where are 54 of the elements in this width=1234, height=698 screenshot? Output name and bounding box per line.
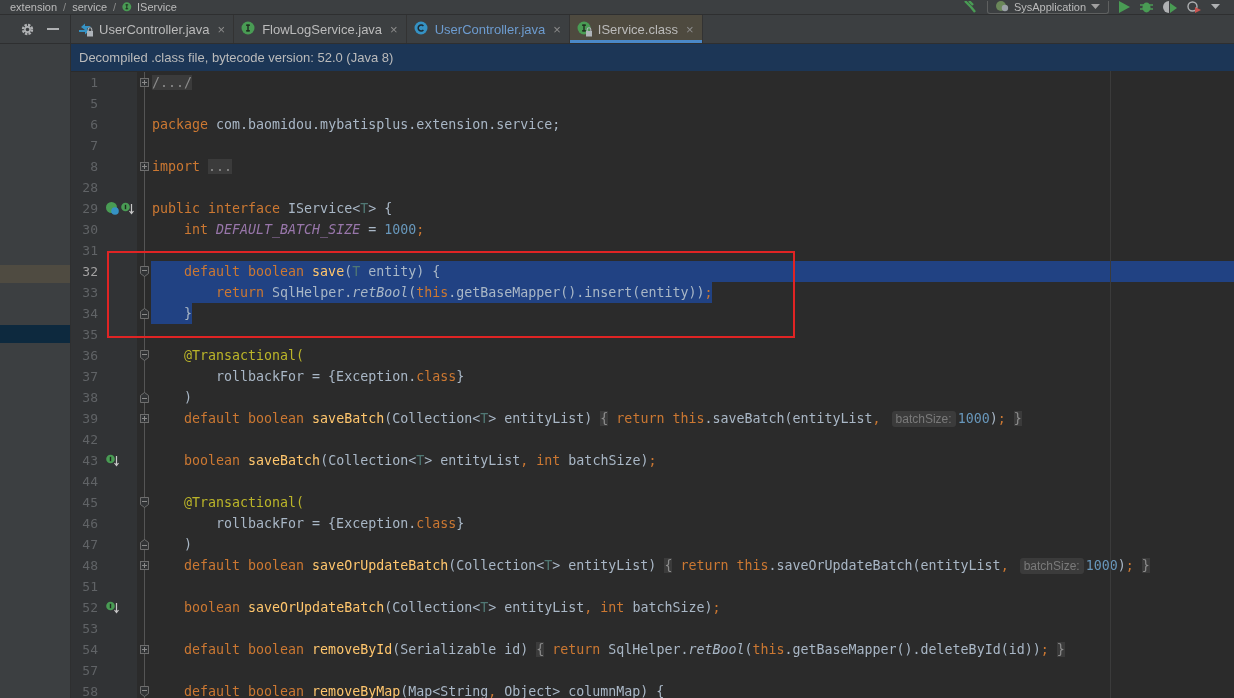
close-icon[interactable]: × — [553, 21, 561, 37]
profiler-icon[interactable] — [1187, 1, 1201, 13]
code-line: import ... — [151, 158, 233, 176]
decompiled-banner: Decompiled .class file, bytecode version: 52.0 (Java 8) — [71, 44, 1234, 71]
caret-icon — [1091, 3, 1100, 10]
run-icon[interactable] — [1119, 1, 1130, 13]
collapse-fold-icon[interactable] — [139, 308, 149, 319]
breadcrumb-item[interactable]: extension — [10, 1, 58, 13]
code-line: @Transactional( — [183, 494, 305, 512]
code-line: boolean saveOrUpdateBatch(Collection<T> entityList, int batchSize); — [183, 599, 721, 617]
code-line: rollbackFor = {Exception.class} — [215, 368, 465, 386]
expand-fold-icon[interactable] — [139, 645, 149, 654]
collapse-fold-icon[interactable] — [139, 686, 149, 697]
settings-icon[interactable] — [21, 22, 34, 36]
interface-icon — [122, 1, 134, 13]
debug-bug-icon[interactable] — [1140, 1, 1153, 13]
overridden-arrow-icon[interactable] — [106, 454, 119, 467]
editor-tab[interactable]: IService.class × — [569, 15, 703, 43]
code-line: boolean saveBatch(Collection<T> entityList, int batchSize); — [183, 452, 657, 470]
implemented-icon[interactable] — [106, 202, 119, 215]
collapse-fold-icon[interactable] — [139, 392, 149, 403]
collapse-fold-icon[interactable] — [139, 497, 149, 508]
collapse-fold-icon[interactable] — [139, 266, 149, 277]
close-icon[interactable]: × — [390, 21, 398, 37]
breadcrumb-separator: / — [113, 1, 117, 13]
code-line: public interface IService<T> { — [151, 200, 393, 218]
run-configuration-dropdown[interactable]: SysApplication — [987, 0, 1109, 14]
code-line: package com.baomidou.mybatisplus.extension.service; — [151, 116, 561, 134]
collapse-fold-icon[interactable] — [139, 350, 149, 361]
app-config-icon — [996, 1, 1009, 12]
expand-fold-icon[interactable] — [139, 162, 149, 171]
breadcrumb-item[interactable]: service — [72, 1, 107, 13]
code-line: int DEFAULT_BATCH_SIZE = 1000; — [183, 221, 425, 240]
overridden-arrow-icon[interactable] — [121, 202, 134, 215]
expand-fold-icon[interactable] — [139, 561, 149, 570]
expand-fold-icon[interactable] — [139, 78, 149, 87]
hammer-icon[interactable] — [963, 1, 977, 13]
close-icon[interactable]: × — [217, 21, 226, 37]
coverage-icon[interactable] — [1163, 1, 1177, 13]
caret-icon[interactable] — [1211, 4, 1220, 10]
line-number: 32 — [81, 263, 98, 281]
code-line: default boolean saveBatch(Collection<T> entityList) { return this.saveBatch(entityList, batchSize: 1000); } — [183, 409, 1022, 429]
code-line: ) — [183, 536, 193, 554]
collapse-fold-icon[interactable] — [139, 539, 149, 550]
breadcrumb-item[interactable]: IService — [137, 1, 177, 13]
code-line: default boolean removeById(Serializable id) { return SqlHelper.retBool(this.getBaseMapper().deleteById(id)); } — [183, 641, 1065, 659]
code-line: @Transactional( — [183, 347, 305, 365]
code-line: ) — [183, 389, 193, 407]
expand-fold-icon[interactable] — [139, 414, 149, 423]
code-line: default boolean removeByMap(Map<String, Object> columnMap) { — [183, 683, 665, 698]
overridden-arrow-icon[interactable] — [106, 601, 119, 614]
breadcrumb-separator: / — [63, 1, 67, 13]
code-line: rollbackFor = {Exception.class} — [215, 515, 465, 533]
code-line: default boolean saveOrUpdateBatch(Collection<T> entityList) { return this.saveOrUpdateBatch(entityList, batchSize: 1000); } — [183, 556, 1150, 576]
